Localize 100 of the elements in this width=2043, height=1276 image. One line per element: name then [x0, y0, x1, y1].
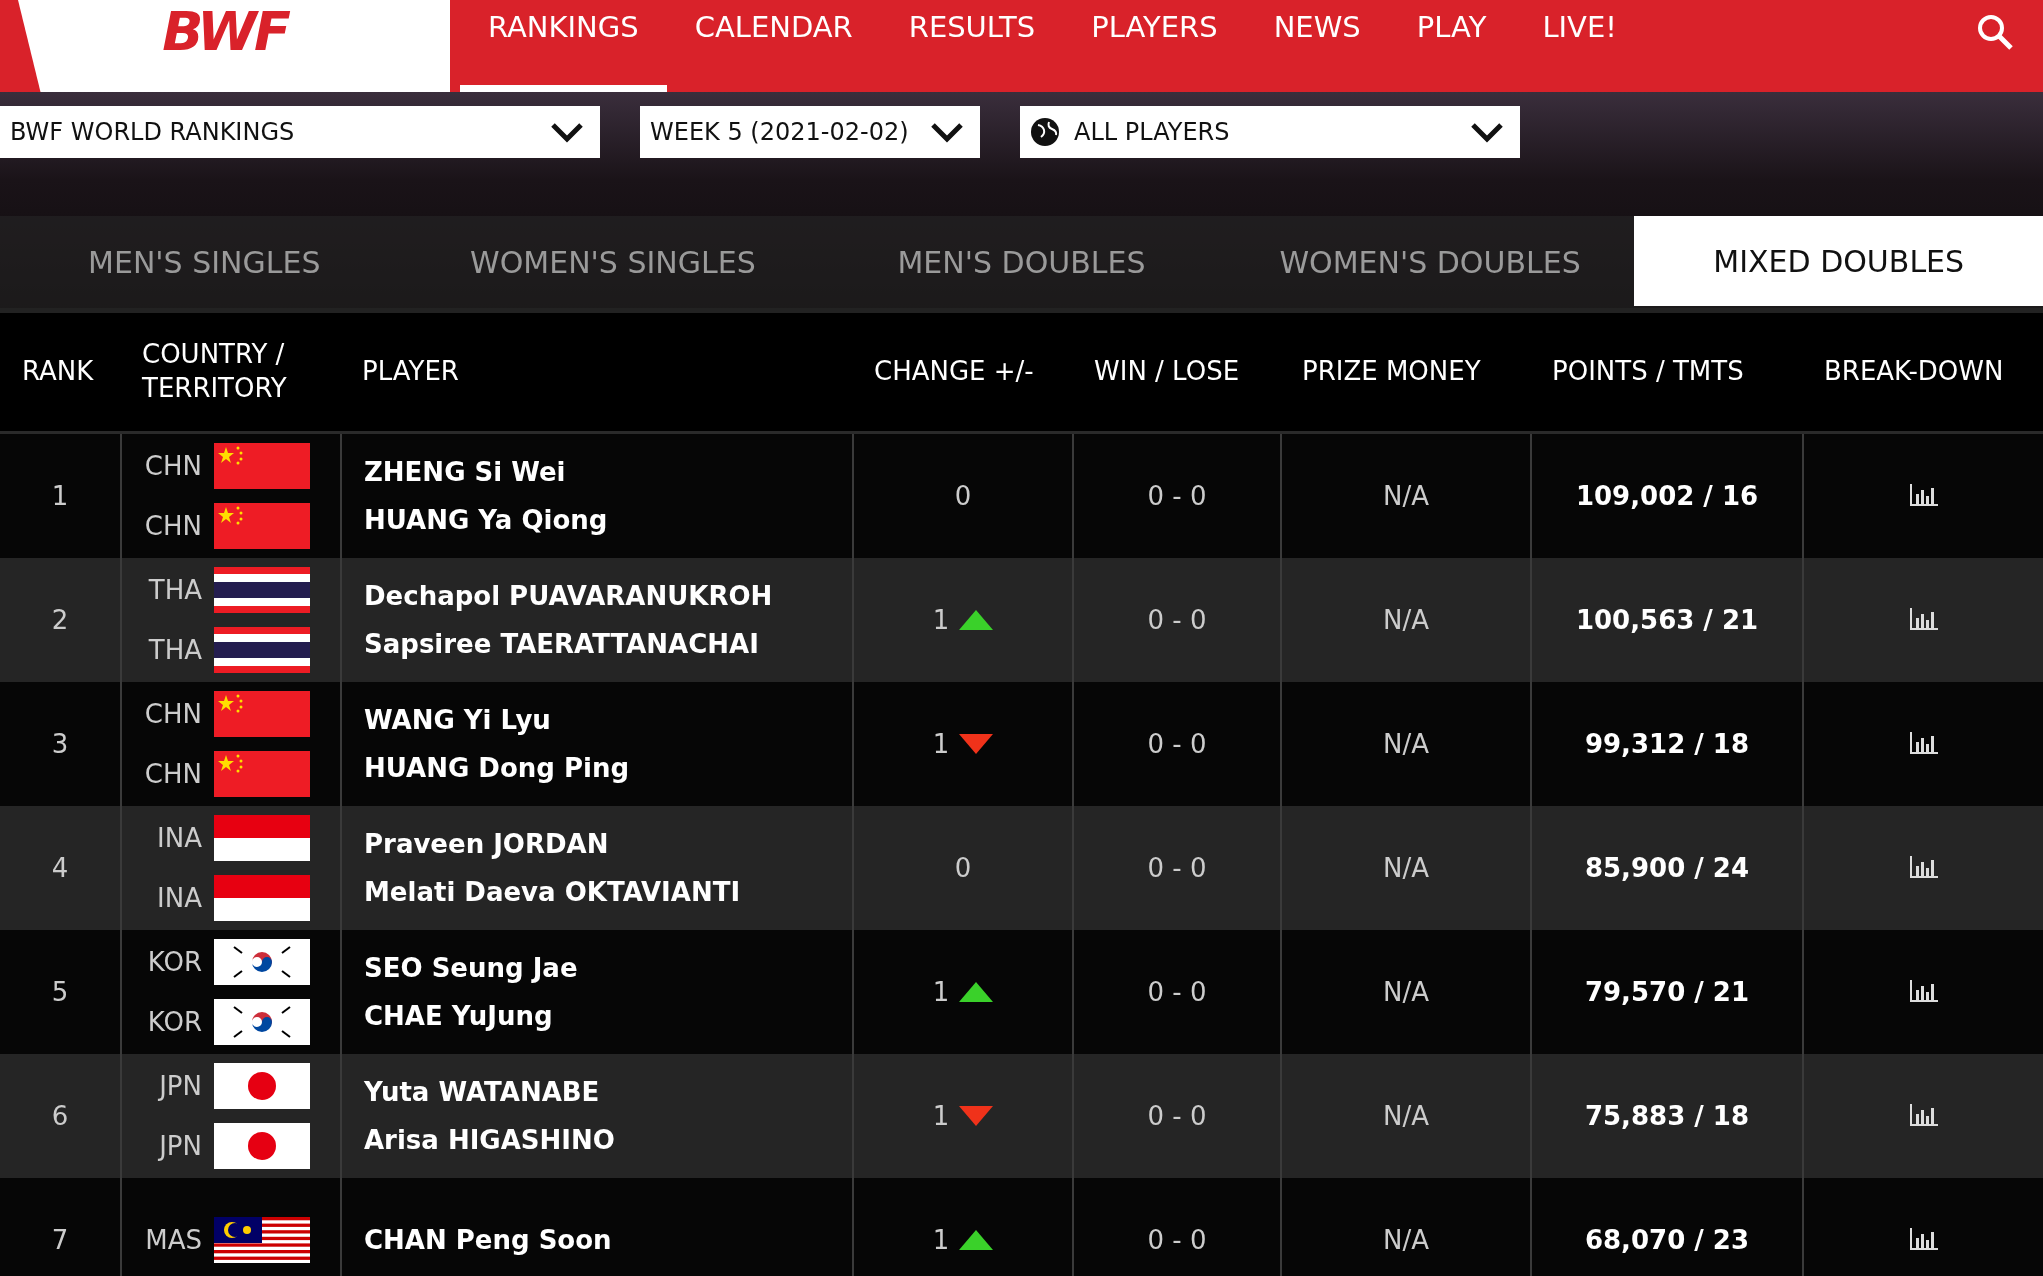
- win-lose-value: 0 - 0: [1147, 729, 1207, 759]
- flag-icon: [214, 1217, 310, 1263]
- column-header[interactable]: WIN / LOSE: [1072, 355, 1280, 389]
- column-header[interactable]: PRIZE MONEY: [1280, 355, 1530, 389]
- column-header[interactable]: CHANGE +/-: [852, 355, 1072, 389]
- category-tab[interactable]: MEN'S DOUBLES: [817, 216, 1226, 308]
- country-code: JPN: [159, 1131, 202, 1161]
- rank-number: 2: [51, 605, 69, 635]
- prize-money-value: N/A: [1383, 1101, 1429, 1131]
- country-code: THA: [148, 635, 202, 665]
- country-code: INA: [157, 883, 202, 913]
- bar-chart-icon[interactable]: [1907, 980, 1940, 1004]
- chevron-down-icon: [1470, 121, 1504, 143]
- flag-icon: [214, 443, 310, 489]
- change-value: 1: [932, 1225, 950, 1255]
- country-code: KOR: [147, 1007, 202, 1037]
- dropdown-select[interactable]: WEEK 5 (2021-02-02): [640, 106, 980, 158]
- country-code: KOR: [147, 947, 202, 977]
- player-name[interactable]: HUANG Ya Qiong: [364, 505, 608, 535]
- win-lose-value: 0 - 0: [1147, 977, 1207, 1007]
- chevron-down-icon: [550, 121, 584, 143]
- column-header[interactable]: PLAYER: [340, 355, 852, 389]
- player-name[interactable]: Praveen JORDAN: [364, 829, 609, 859]
- prize-money-value: N/A: [1383, 729, 1429, 759]
- rank-number: 7: [51, 1225, 69, 1255]
- nav-link[interactable]: LIVE!: [1514, 0, 1645, 92]
- category-tab[interactable]: WOMEN'S DOUBLES: [1225, 216, 1635, 308]
- country-code: JPN: [159, 1071, 202, 1101]
- change-value: 1: [932, 729, 950, 759]
- win-lose-value: 0 - 0: [1147, 481, 1207, 511]
- flag-icon: [214, 751, 310, 797]
- rank-number: 6: [51, 1101, 69, 1131]
- player-name[interactable]: Arisa HIGASHINO: [364, 1125, 615, 1155]
- flag-icon: [214, 815, 310, 861]
- country-code: INA: [157, 823, 202, 853]
- nav-link[interactable]: NEWS: [1245, 0, 1389, 92]
- points-value: 85,900 / 24: [1584, 853, 1750, 883]
- rank-number: 3: [51, 729, 69, 759]
- column-header[interactable]: BREAK-DOWN: [1802, 355, 2043, 389]
- country-code: THA: [148, 575, 202, 605]
- column-header[interactable]: POINTS / TMTS: [1530, 355, 1802, 389]
- flag-icon: [214, 1063, 310, 1109]
- change-value: 0: [954, 481, 972, 511]
- column-header[interactable]: COUNTRY / TERRITORY: [120, 338, 340, 406]
- nav-link[interactable]: PLAYERS: [1063, 0, 1246, 92]
- win-lose-value: 0 - 0: [1147, 605, 1207, 635]
- win-lose-value: 0 - 0: [1147, 1225, 1207, 1255]
- dropdown-select[interactable]: BWF WORLD RANKINGS: [0, 106, 600, 158]
- change-value: 1: [932, 977, 950, 1007]
- win-lose-value: 0 - 0: [1147, 853, 1207, 883]
- category-tab[interactable]: MEN'S SINGLES: [0, 216, 409, 308]
- nav-link[interactable]: PLAY: [1388, 0, 1515, 92]
- flag-icon: [214, 1123, 310, 1169]
- change-value: 0: [954, 853, 972, 883]
- bar-chart-icon[interactable]: [1907, 484, 1940, 508]
- country-code: CHN: [144, 451, 202, 481]
- rank-number: 4: [51, 853, 69, 883]
- nav-link[interactable]: CALENDAR: [666, 0, 881, 92]
- prize-money-value: N/A: [1383, 977, 1429, 1007]
- category-tab[interactable]: MIXED DOUBLES: [1634, 216, 2043, 306]
- column-header[interactable]: RANK: [0, 355, 120, 389]
- player-name[interactable]: Sapsiree TAERATTANACHAI: [364, 629, 759, 659]
- player-name[interactable]: WANG Yi Lyu: [364, 705, 551, 735]
- country-code: MAS: [145, 1225, 202, 1255]
- win-lose-value: 0 - 0: [1147, 1101, 1207, 1131]
- player-name[interactable]: SEO Seung Jae: [364, 953, 578, 983]
- player-name[interactable]: Melati Daeva OKTAVIANTI: [364, 877, 741, 907]
- bar-chart-icon[interactable]: [1907, 1104, 1940, 1128]
- dropdown-select[interactable]: ALL PLAYERS: [1020, 106, 1520, 158]
- player-name[interactable]: CHAN Peng Soon: [364, 1225, 612, 1255]
- player-name[interactable]: ZHENG Si Wei: [364, 457, 566, 487]
- points-value: 100,563 / 21: [1575, 605, 1759, 635]
- flag-icon: [214, 939, 310, 985]
- category-tab[interactable]: WOMEN'S SINGLES: [408, 216, 818, 308]
- flag-icon: [214, 875, 310, 921]
- points-value: 79,570 / 21: [1584, 977, 1750, 1007]
- player-name[interactable]: HUANG Dong Ping: [364, 753, 630, 783]
- bar-chart-icon[interactable]: [1907, 732, 1940, 756]
- flag-icon: [214, 999, 310, 1045]
- points-value: 75,883 / 18: [1584, 1101, 1750, 1131]
- player-name[interactable]: Yuta WATANABE: [364, 1077, 600, 1107]
- nav-link[interactable]: RESULTS: [880, 0, 1064, 92]
- logo[interactable]: BWF: [162, 0, 288, 63]
- prize-money-value: N/A: [1383, 1225, 1429, 1255]
- chevron-down-icon: [930, 121, 964, 143]
- bar-chart-icon[interactable]: [1907, 856, 1940, 880]
- points-value: 99,312 / 18: [1584, 729, 1750, 759]
- points-value: 68,070 / 23: [1584, 1225, 1750, 1255]
- country-code: CHN: [144, 699, 202, 729]
- prize-money-value: N/A: [1383, 481, 1429, 511]
- bar-chart-icon[interactable]: [1907, 608, 1940, 632]
- prize-money-value: N/A: [1383, 605, 1429, 635]
- player-name[interactable]: CHAE YuJung: [364, 1001, 553, 1031]
- prize-money-value: N/A: [1383, 853, 1429, 883]
- flag-icon: [214, 503, 310, 549]
- player-name[interactable]: Dechapol PUAVARANUKROH: [364, 581, 773, 611]
- bar-chart-icon[interactable]: [1907, 1228, 1940, 1252]
- rank-number: 1: [51, 481, 69, 511]
- points-value: 109,002 / 16: [1575, 481, 1759, 511]
- country-code: CHN: [144, 511, 202, 541]
